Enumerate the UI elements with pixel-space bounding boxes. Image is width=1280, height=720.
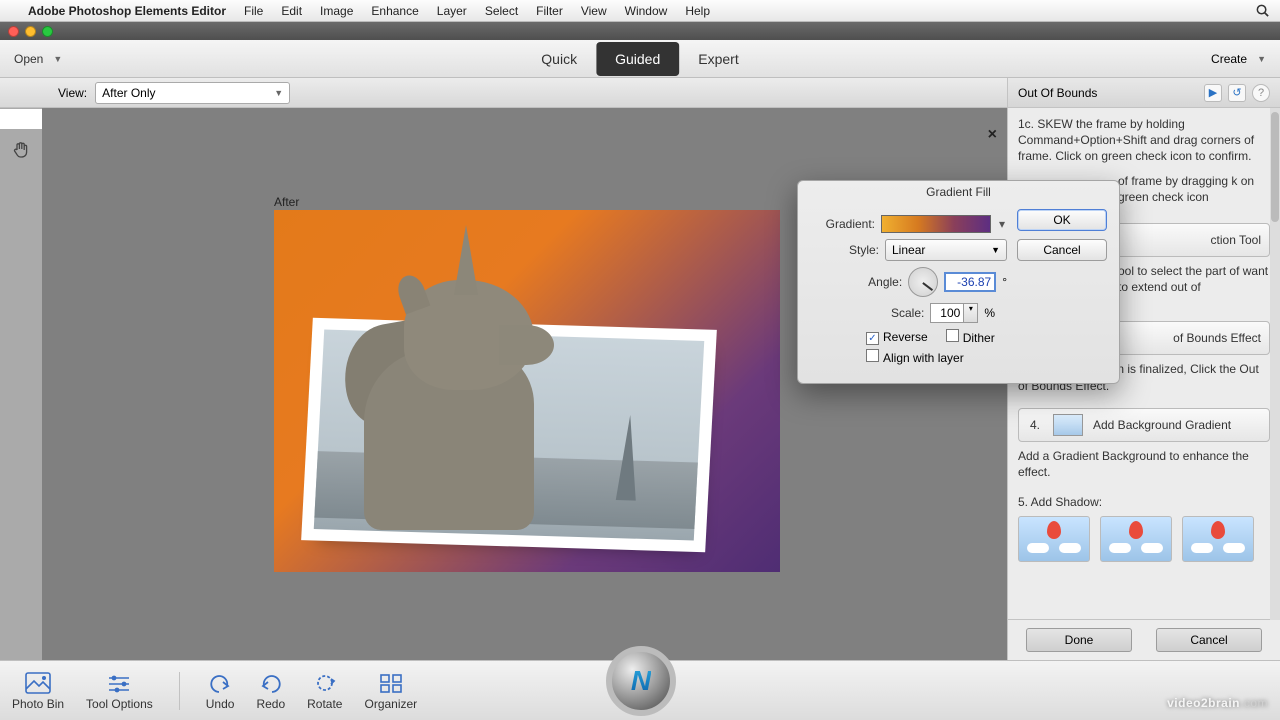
- angle-input[interactable]: [944, 272, 996, 292]
- after-label: After: [274, 195, 299, 209]
- menu-view[interactable]: View: [581, 4, 607, 18]
- style-select[interactable]: Linear ▼: [885, 239, 1007, 261]
- angle-label: Angle:: [868, 275, 902, 289]
- menu-window[interactable]: Window: [625, 4, 668, 18]
- gargoyle-subject: [324, 220, 564, 520]
- step-3-label: of Bounds Effect: [1173, 330, 1261, 346]
- shadow-option-large[interactable]: [1182, 516, 1254, 562]
- align-with-layer-checkbox[interactable]: Align with layer: [866, 349, 964, 365]
- tab-expert[interactable]: Expert: [679, 42, 757, 76]
- spotlight-search-icon[interactable]: [1255, 3, 1270, 18]
- instruction-4: Add a Gradient Background to enhance the…: [1018, 448, 1270, 480]
- redo-icon: [257, 671, 285, 695]
- watermark: video2brain.com: [1167, 691, 1268, 712]
- shadow-option-small[interactable]: [1018, 516, 1090, 562]
- scale-label: Scale:: [891, 306, 924, 320]
- tab-guided[interactable]: Guided: [596, 42, 679, 76]
- zoom-window-icon[interactable]: [42, 26, 53, 37]
- sliders-icon: [105, 671, 133, 695]
- step-5-heading: 5. Add Shadow:: [1018, 494, 1270, 510]
- document-preview[interactable]: [274, 210, 780, 572]
- style-value: Linear: [892, 243, 925, 257]
- close-window-icon[interactable]: [8, 26, 19, 37]
- close-document-icon[interactable]: ×: [988, 126, 997, 144]
- scale-stepper[interactable]: ▾: [930, 303, 978, 323]
- panel-cancel-button[interactable]: Cancel: [1156, 628, 1262, 652]
- dialog-title: Gradient Fill: [798, 181, 1119, 203]
- reset-icon[interactable]: ↺: [1228, 84, 1246, 102]
- chevron-down-icon: ▼: [274, 88, 283, 98]
- view-label: View:: [58, 86, 87, 100]
- chevron-down-icon: ▼: [991, 245, 1000, 255]
- preview-icon[interactable]: ▶: [1204, 84, 1222, 102]
- view-select-value: After Only: [102, 86, 155, 100]
- redo-button[interactable]: Redo: [256, 671, 285, 711]
- angle-unit: °: [1002, 275, 1007, 289]
- instruction-2: ool to select the part of want to extend…: [1118, 263, 1270, 295]
- menu-layer[interactable]: Layer: [437, 4, 467, 18]
- undo-icon: [206, 671, 234, 695]
- tab-quick[interactable]: Quick: [522, 42, 596, 76]
- ok-button[interactable]: OK: [1017, 209, 1107, 231]
- create-label: Create: [1211, 52, 1247, 66]
- angle-dial[interactable]: [908, 267, 938, 297]
- mode-bar: Open ▼ Quick Guided Expert Create ▼: [0, 40, 1280, 78]
- scrollbar-thumb[interactable]: [1271, 112, 1279, 222]
- style-label: Style:: [849, 243, 879, 257]
- panel-scrollbar[interactable]: [1270, 108, 1280, 620]
- gradient-swatch-icon: [1053, 414, 1083, 436]
- instruction-1c: 1c. SKEW the frame by holding Command+Op…: [1018, 116, 1270, 165]
- photo-bin-button[interactable]: Photo Bin: [12, 671, 64, 711]
- step-4-button[interactable]: 4. Add Background Gradient: [1018, 408, 1270, 442]
- view-select[interactable]: After Only ▼: [95, 82, 290, 104]
- rotate-button[interactable]: Rotate: [307, 671, 342, 711]
- chevron-down-icon[interactable]: ▾: [964, 303, 978, 323]
- menu-enhance[interactable]: Enhance: [371, 4, 418, 18]
- app-name: Adobe Photoshop Elements Editor: [28, 4, 226, 18]
- scale-input[interactable]: [930, 303, 964, 323]
- menu-filter[interactable]: Filter: [536, 4, 563, 18]
- scale-unit: %: [984, 306, 995, 320]
- open-menu[interactable]: Open ▼: [14, 52, 62, 66]
- reverse-checkbox[interactable]: ✓Reverse: [866, 330, 928, 345]
- dither-checkbox[interactable]: Dither: [946, 329, 995, 345]
- menu-image[interactable]: Image: [320, 4, 353, 18]
- image-icon: [24, 671, 52, 695]
- menu-help[interactable]: Help: [685, 4, 710, 18]
- help-icon[interactable]: ?: [1252, 84, 1270, 102]
- instruction-1d-partial: of frame by dragging k on green check ic…: [1118, 173, 1270, 205]
- panel-title: Out Of Bounds: [1018, 86, 1097, 100]
- minimize-window-icon[interactable]: [25, 26, 36, 37]
- tool-options-button[interactable]: Tool Options: [86, 671, 153, 711]
- step-2-label: ction Tool: [1211, 232, 1261, 248]
- menu-edit[interactable]: Edit: [281, 4, 302, 18]
- cancel-button[interactable]: Cancel: [1017, 239, 1107, 261]
- publisher-logo-icon: N: [606, 646, 676, 716]
- hand-tool[interactable]: [4, 136, 38, 164]
- chevron-down-icon: ▼: [1257, 54, 1266, 64]
- menu-file[interactable]: File: [244, 4, 263, 18]
- step-4-number: 4.: [1027, 417, 1043, 433]
- rotate-icon: [311, 671, 339, 695]
- step-4-label: Add Background Gradient: [1093, 417, 1231, 433]
- open-label: Open: [14, 52, 43, 66]
- chevron-down-icon: ▼: [53, 54, 62, 64]
- tool-strip: [0, 108, 42, 164]
- separator: [179, 672, 180, 710]
- create-menu[interactable]: Create ▼: [1211, 52, 1266, 66]
- gradient-preview[interactable]: [881, 215, 991, 233]
- grid-icon: [377, 671, 405, 695]
- window-titlebar: [0, 22, 1280, 40]
- done-button[interactable]: Done: [1026, 628, 1132, 652]
- organizer-button[interactable]: Organizer: [364, 671, 417, 711]
- shadow-option-medium[interactable]: [1100, 516, 1172, 562]
- menu-select[interactable]: Select: [485, 4, 518, 18]
- undo-button[interactable]: Undo: [206, 671, 235, 711]
- gradient-label: Gradient:: [826, 217, 875, 231]
- gradient-fill-dialog[interactable]: Gradient Fill Gradient: ▾ Style: Linear …: [797, 180, 1120, 384]
- mac-menubar: Adobe Photoshop Elements Editor File Edi…: [0, 0, 1280, 22]
- gradient-dropdown-icon[interactable]: ▾: [997, 217, 1007, 231]
